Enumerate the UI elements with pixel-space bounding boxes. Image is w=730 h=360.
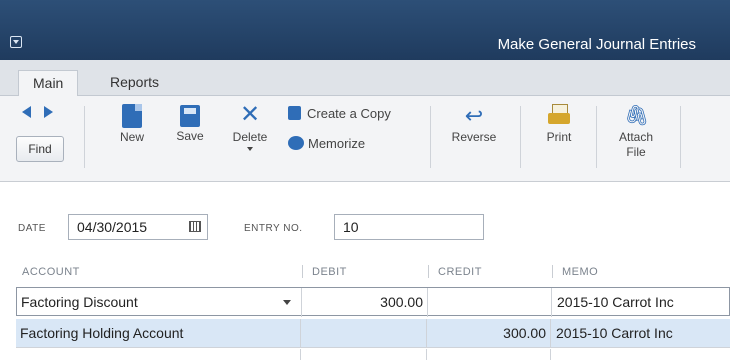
toolbar-separator [680, 106, 681, 168]
previous-arrow-icon[interactable] [22, 106, 31, 118]
reverse-button[interactable]: ↩ Reverse [444, 104, 504, 145]
chevron-down-icon[interactable] [283, 300, 291, 305]
column-divider [300, 349, 301, 360]
date-value: 04/30/2015 [77, 219, 148, 235]
create-copy-label: Create a Copy [307, 106, 391, 121]
window-title: Make General Journal Entries [497, 36, 696, 53]
memo-cell[interactable]: 2015-10 Carrot Inc [557, 288, 727, 317]
tab-reports[interactable]: Reports [96, 70, 173, 97]
delete-label: Delete [232, 130, 268, 144]
toolbar-separator [84, 106, 85, 168]
toolbar-separator [596, 106, 597, 168]
tab-bar: Main Reports [0, 60, 730, 97]
account-cell[interactable]: Factoring Discount [21, 288, 281, 317]
new-label: New [119, 130, 144, 144]
save-label: Save [176, 129, 204, 143]
memorize-label: Memorize [308, 136, 366, 151]
table-row[interactable]: Factoring Holding Account 300.00 2015-10… [16, 319, 730, 348]
attach-label-line2: File [626, 145, 646, 159]
save-icon [180, 105, 200, 127]
chevron-down-icon [247, 147, 253, 151]
attach-file-button[interactable]: 🖇 Attach File [608, 104, 664, 160]
tab-main[interactable]: Main [18, 70, 79, 97]
table-row[interactable]: Factoring Discount 300.00 2015-10 Carrot… [16, 287, 730, 317]
next-arrow-icon[interactable] [44, 106, 53, 118]
column-divider [552, 265, 553, 278]
column-divider [551, 288, 552, 317]
attach-label-line1: Attach [618, 130, 654, 144]
delete-button[interactable]: ✕ Delete [226, 101, 274, 151]
new-document-icon [122, 104, 142, 128]
toolbar-separator [520, 106, 521, 168]
entry-no-value: 10 [343, 219, 359, 235]
calendar-icon[interactable] [189, 221, 201, 232]
column-divider [302, 265, 303, 278]
reverse-arrow-icon: ↩ [464, 103, 484, 128]
entry-no-field[interactable]: 10 [334, 214, 484, 240]
entry-no-label: ENTRY NO. [244, 223, 303, 234]
credit-cell[interactable] [427, 288, 545, 317]
grid-header: ACCOUNT DEBIT CREDIT MEMO [16, 262, 730, 282]
column-divider [550, 349, 551, 360]
print-label: Print [546, 130, 572, 144]
memorize-icon [288, 136, 304, 150]
debit-header: DEBIT [312, 266, 347, 278]
save-button[interactable]: Save [170, 104, 210, 144]
memorize-button[interactable]: Memorize [288, 136, 428, 151]
toolbar: Find New Save ✕ Delete Create a Copy Mem… [0, 96, 730, 182]
new-button[interactable]: New [112, 104, 152, 145]
column-divider [426, 349, 427, 360]
create-copy-button[interactable]: Create a Copy [288, 106, 428, 121]
debit-cell[interactable]: 300.00 [301, 288, 423, 317]
window-menu-icon[interactable] [10, 36, 22, 48]
credit-header: CREDIT [438, 266, 482, 278]
prev-next-arrows [18, 104, 70, 118]
find-button[interactable]: Find [16, 136, 64, 162]
account-cell[interactable]: Factoring Holding Account [20, 319, 290, 348]
debit-cell[interactable] [300, 319, 422, 348]
print-button[interactable]: Print [536, 104, 582, 145]
reverse-label: Reverse [451, 130, 497, 144]
table-row[interactable] [16, 349, 730, 360]
memo-header: MEMO [562, 266, 599, 278]
date-label: DATE [18, 223, 46, 234]
copy-icon [288, 106, 301, 120]
account-header: ACCOUNT [22, 266, 80, 278]
credit-cell[interactable]: 300.00 [426, 319, 546, 348]
toolbar-separator [430, 106, 431, 168]
column-divider [550, 319, 551, 348]
column-divider [428, 265, 429, 278]
title-bar: Make General Journal Entries [0, 0, 730, 60]
paperclip-icon: 🖇 [624, 105, 650, 127]
date-field[interactable]: 04/30/2015 [68, 214, 208, 240]
printer-icon [548, 104, 570, 128]
delete-x-icon: ✕ [239, 101, 261, 128]
memo-cell[interactable]: 2015-10 Carrot Inc [556, 319, 726, 348]
